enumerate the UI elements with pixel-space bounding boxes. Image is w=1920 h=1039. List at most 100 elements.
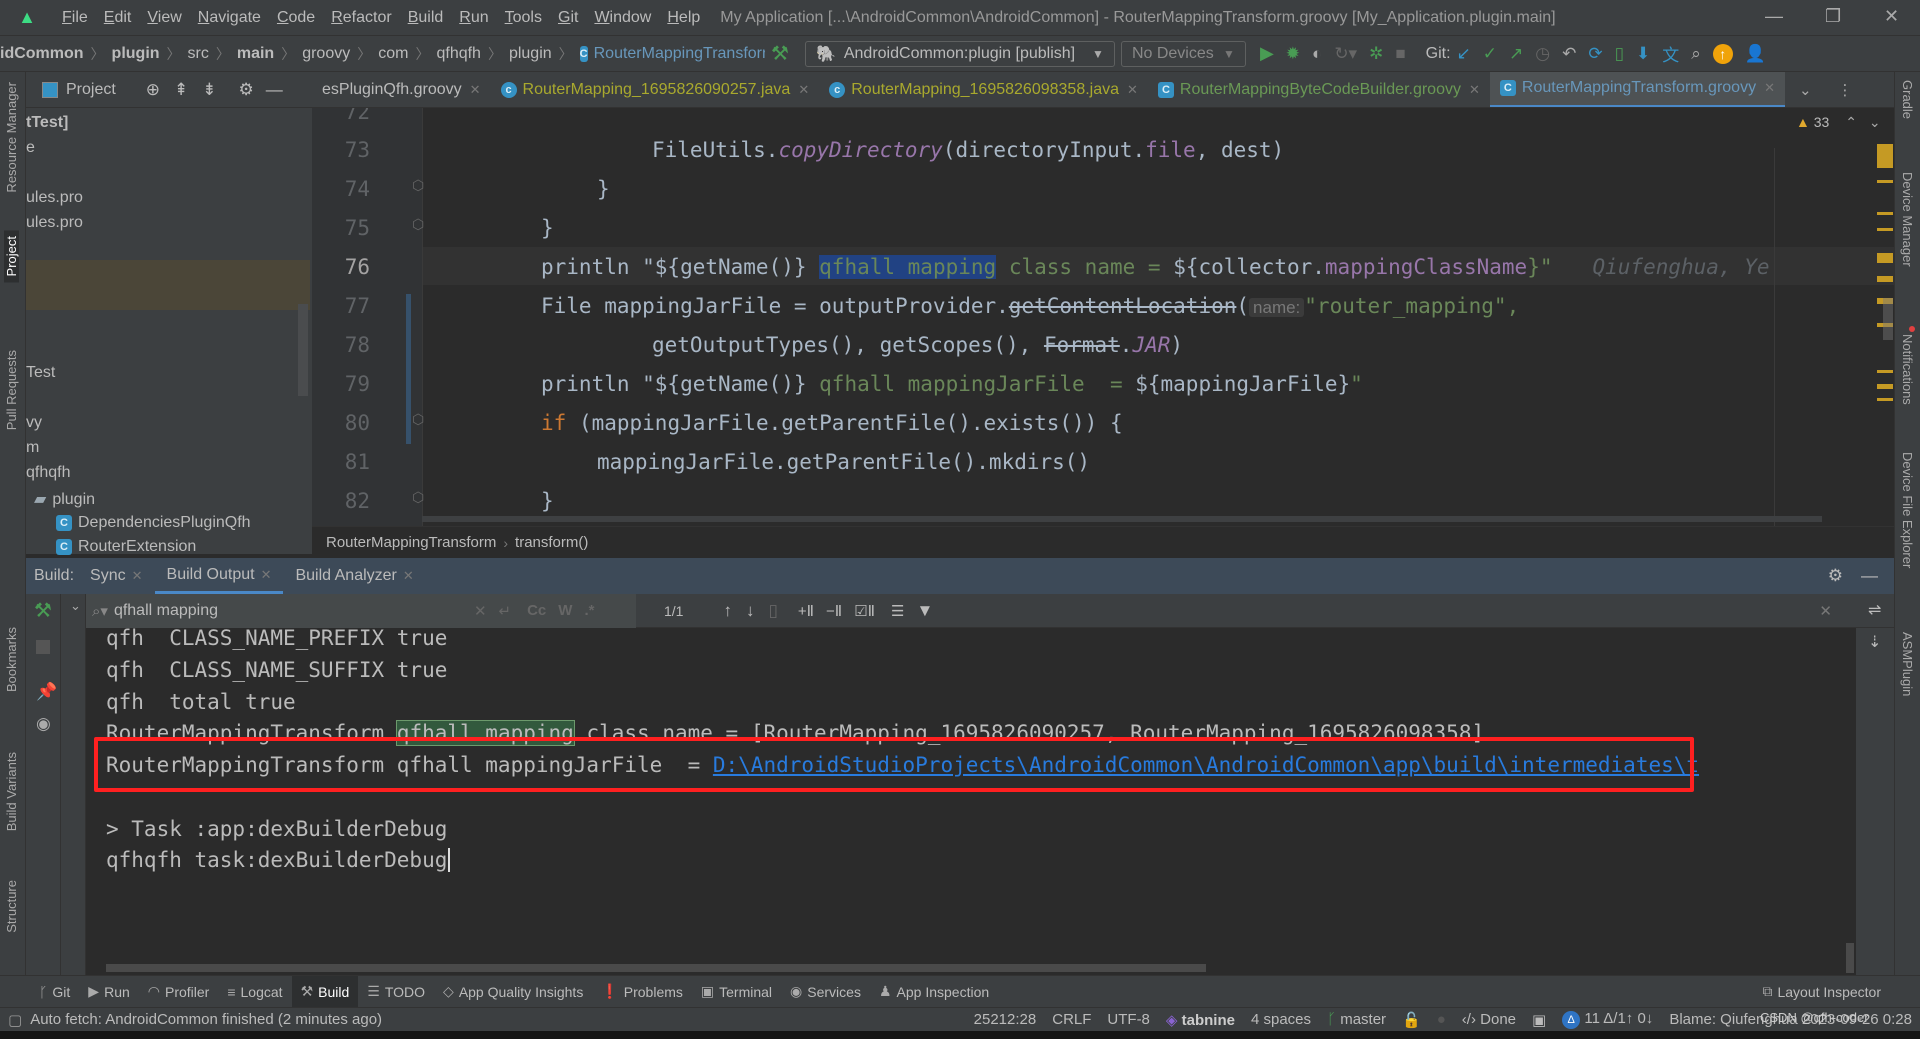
build-output-console[interactable]: qfh CLASS_NAME_PREFIX true qfh CLASS_NAM… (86, 628, 1856, 975)
fold-marker-icon[interactable]: ⬡ (412, 217, 424, 233)
tool-app-quality-insights[interactable]: ◇ App Quality Insights (434, 976, 592, 1008)
fold-marker-icon[interactable]: ⬡ (412, 490, 424, 506)
gear-icon[interactable]: ⚙ (1828, 566, 1843, 586)
tool-todo[interactable]: ☰ TODO (358, 976, 434, 1008)
tab-dependencies-plugin[interactable]: esPluginQfh.groovy ✕ (312, 72, 491, 107)
sdk-manager-icon[interactable]: ⬇ (1636, 44, 1650, 64)
tool-tab-resource-manager[interactable]: Resource Manager (4, 82, 19, 193)
previous-occurrence-icon[interactable]: ↑ (723, 601, 732, 621)
error-stripe-mark[interactable] (1877, 144, 1893, 168)
tab-bytecode-builder[interactable]: C RouterMappingByteCodeBuilder.groovy ✕ (1148, 72, 1490, 107)
next-occurrence-icon[interactable]: ↓ (746, 601, 755, 621)
breadcrumb-item[interactable]: RouterMappingTransform (594, 45, 765, 63)
error-stripe-mark[interactable] (1877, 228, 1893, 231)
close-tab-icon[interactable]: ✕ (403, 568, 414, 584)
filter-settings-icon[interactable]: ☰ (891, 602, 904, 620)
menu-run[interactable]: Run (451, 9, 496, 27)
file-encoding[interactable]: UTF-8 (1099, 1011, 1158, 1028)
pin-icon[interactable]: 📌 (36, 682, 57, 702)
translate-icon[interactable]: 文 (1662, 41, 1679, 66)
tool-problems[interactable]: ❗ Problems (592, 976, 692, 1008)
output-vertical-scrollbar[interactable] (1846, 943, 1854, 973)
close-tab-icon[interactable]: ✕ (798, 82, 809, 98)
tab-build-analyzer[interactable]: Build Analyzer ✕ (283, 558, 425, 594)
fold-marker-icon[interactable]: ⬡ (412, 412, 424, 428)
close-tab-icon[interactable]: ✕ (1469, 82, 1480, 98)
scroll-to-end-icon[interactable]: ⇣ (1868, 632, 1881, 652)
account-avatar-icon[interactable]: 👤 (1745, 44, 1766, 64)
tab-sync[interactable]: Sync ✕ (78, 558, 154, 594)
tool-tab-gradle[interactable]: Gradle (1900, 80, 1915, 119)
tool-tab-asmplugin[interactable]: ASMPlugin (1900, 632, 1915, 696)
hide-panel-icon[interactable]: — (1861, 566, 1878, 586)
git-changes[interactable]: Δ 11 Δ/1↑ 0↓ (1554, 1010, 1661, 1029)
editor-horizontal-scrollbar[interactable] (422, 516, 1822, 522)
menu-code[interactable]: Code (269, 9, 323, 27)
caret-position[interactable]: 25212:28 (966, 1011, 1045, 1028)
error-stripe-mark[interactable] (1877, 398, 1893, 401)
error-stripe-mark[interactable] (1877, 180, 1893, 183)
search-icon[interactable]: ⌕ (1691, 44, 1701, 64)
read-only-lock-icon[interactable]: 🔓 (1394, 1011, 1429, 1029)
inspection-widget[interactable]: ▲ 33 ⌃ ⌄ (1796, 114, 1881, 131)
project-scrollbar[interactable] (298, 304, 308, 396)
stop-icon[interactable] (36, 640, 50, 654)
menu-build[interactable]: Build (400, 9, 452, 27)
error-stripe-mark[interactable] (1877, 370, 1893, 373)
menu-window[interactable]: Window (586, 9, 659, 27)
menu-edit[interactable]: Edit (96, 9, 140, 27)
device-select[interactable]: No Devices ▼ (1120, 40, 1246, 67)
tree-item[interactable]: ules.pro (26, 189, 83, 207)
error-stripe-mark[interactable] (1877, 276, 1893, 282)
apply-changes-icon[interactable]: ✲ (1369, 44, 1383, 64)
soft-wrap-icon[interactable]: ⇌ (1868, 600, 1881, 620)
tab-router-mapping-8358[interactable]: c RouterMapping_1695826098358.java ✕ (819, 72, 1148, 107)
breadcrumb-item[interactable]: plugin (509, 45, 552, 63)
next-highlight-icon[interactable]: ⌄ (1869, 114, 1881, 130)
tool-tab-device-file-explorer[interactable]: Device File Explorer (1900, 452, 1915, 568)
vcs-changed-marker[interactable] (406, 294, 411, 444)
indent-setting[interactable]: 4 spaces (1243, 1011, 1319, 1028)
tool-tab-pull-requests[interactable]: Pull Requests (4, 350, 19, 430)
run-configuration-select[interactable]: 🐘 AndroidCommon:plugin [publish] ▼ (804, 40, 1115, 67)
error-stripe-mark[interactable] (1877, 253, 1893, 263)
close-tab-icon[interactable]: ✕ (470, 82, 481, 98)
tree-item[interactable]: tTest] (26, 114, 68, 132)
error-stripe-mark[interactable] (1877, 212, 1893, 215)
tool-tab-build-variants[interactable]: Build Variants (4, 752, 19, 831)
git-branch[interactable]: ᚴ master (1319, 1011, 1394, 1028)
device-manager-icon[interactable]: ▯ (1615, 44, 1624, 64)
tabnine-widget[interactable]: ◈ tabnine (1158, 1011, 1243, 1029)
make-project-hammer-icon[interactable]: ⚒ (771, 41, 789, 66)
breadcrumb-item[interactable]: com (378, 45, 408, 63)
stop-icon[interactable]: ■ (1395, 44, 1405, 64)
tab-router-mapping-0257[interactable]: c RouterMapping_1695826090257.java ✕ (491, 72, 820, 107)
more-options-icon[interactable]: ⋮ (1838, 81, 1853, 99)
add-occurrence-icon[interactable]: +Ⅱ (798, 602, 814, 620)
menu-navigate[interactable]: Navigate (190, 9, 269, 27)
tree-item[interactable]: vy (26, 414, 42, 432)
whole-words-toggle[interactable]: W (558, 602, 572, 619)
tree-item[interactable]: m (26, 439, 39, 457)
collapse-all-icon[interactable]: ⇟ (202, 80, 216, 100)
tab-build-output[interactable]: Build Output ✕ (154, 558, 284, 594)
breadcrumb-item[interactable]: plugin (112, 45, 160, 63)
menu-file[interactable]: File (54, 9, 96, 27)
tree-item[interactable]: qfhqfh (26, 464, 70, 482)
project-view-select[interactable]: Project (66, 81, 116, 99)
close-tab-icon[interactable]: ✕ (1127, 82, 1138, 98)
tool-logcat[interactable]: ≡ Logcat (218, 976, 291, 1008)
tool-services[interactable]: ◉ Services (781, 976, 870, 1008)
git-commit-icon[interactable]: ✓ (1483, 44, 1497, 64)
warning-status-icon[interactable]: ● (1429, 1011, 1454, 1028)
breadcrumb-item[interactable]: idCommon (0, 45, 84, 63)
git-update-icon[interactable]: ↙ (1457, 44, 1471, 64)
toggle-tool-windows-icon[interactable]: ▢ (0, 1011, 30, 1029)
minimize-button[interactable]: — (1765, 6, 1783, 27)
locate-file-icon[interactable]: ⊕ (146, 80, 160, 100)
code-editor[interactable]: 72 73 74 75 76 77 78 79 80 81 82 ⬡ ⬡ ⬡ ⬡… (312, 108, 1894, 526)
tool-terminal[interactable]: ▣ Terminal (692, 976, 781, 1008)
crumb-class[interactable]: RouterMappingTransform (326, 534, 496, 551)
tree-item[interactable]: Test (26, 364, 55, 382)
tree-item[interactable]: ules.pro (26, 214, 83, 232)
